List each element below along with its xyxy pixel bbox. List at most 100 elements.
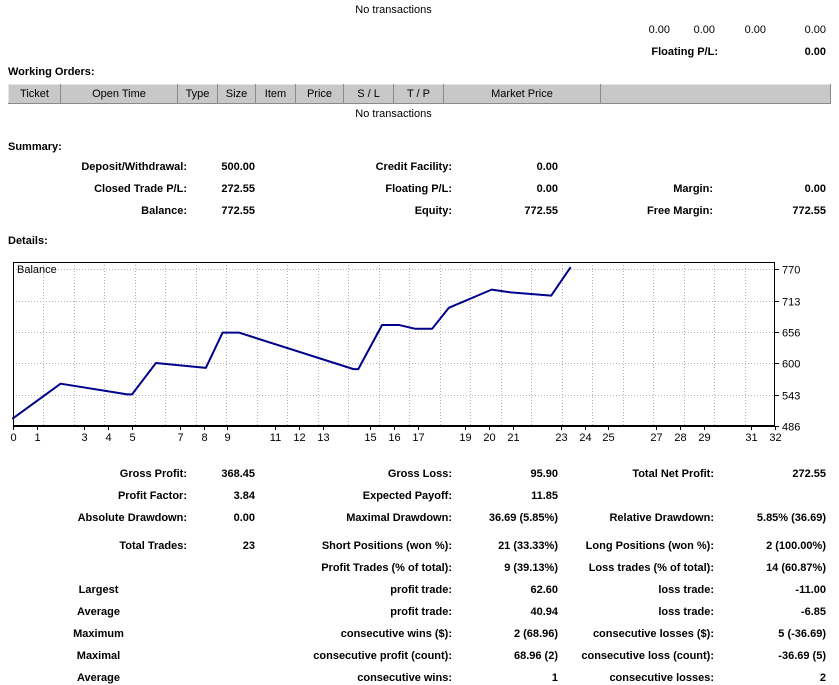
stat-label-average-consecutive-wins: consecutive wins: — [357, 672, 452, 684]
summary-value-margin: 0.00 — [804, 183, 826, 195]
svg-text:5: 5 — [129, 432, 135, 444]
svg-text:0: 0 — [10, 432, 16, 444]
details-heading: Details: — [8, 235, 48, 247]
stat-label-profit-trades: Profit Trades (% of total): — [321, 562, 452, 574]
svg-text:12: 12 — [293, 432, 305, 444]
svg-text:4: 4 — [105, 432, 111, 444]
svg-text:600: 600 — [782, 359, 800, 371]
svg-text:31: 31 — [745, 432, 757, 444]
working-orders-header-row: Ticket Open Time Type Size Item Price S … — [8, 84, 831, 104]
stat-label-largest-profit-trade: profit trade: — [390, 584, 452, 596]
stat-label-average-profit-trade: profit trade: — [390, 606, 452, 618]
svg-text:27: 27 — [650, 432, 662, 444]
stat-label-max-consecutive-losses: consecutive losses ($): — [592, 628, 714, 640]
stat-value-average-profit-trade: 40.94 — [530, 606, 558, 618]
svg-text:24: 24 — [579, 432, 591, 444]
column-header-stop-loss[interactable]: S / L — [343, 84, 394, 104]
stat-label-short-positions: Short Positions (won %): — [321, 540, 452, 552]
stat-label-total-trades: Total Trades: — [119, 540, 187, 552]
stat-label-maximal-consecutive-loss: consecutive loss (count): — [581, 650, 714, 662]
stat-label-maximal-consecutive-profit: consecutive profit (count): — [313, 650, 452, 662]
stat-value-maximal-consecutive-profit: 68.96 (2) — [513, 650, 558, 662]
summary-label-free-margin: Free Margin: — [646, 205, 713, 217]
stat-value-profit-trades: 9 (39.13%) — [504, 562, 558, 574]
open-trades-total-4: 0.00 — [804, 24, 826, 36]
stat-label-largest: Largest — [78, 584, 119, 596]
svg-text:543: 543 — [782, 391, 800, 403]
floating-pl-value: 0.00 — [804, 46, 826, 58]
svg-text:770: 770 — [782, 265, 800, 277]
svg-text:15: 15 — [364, 432, 376, 444]
working-orders-table: Ticket Open Time Type Size Item Price S … — [8, 84, 831, 104]
summary-value-equity: 772.55 — [524, 205, 558, 217]
svg-text:713: 713 — [782, 297, 800, 309]
stat-label-expected-payoff: Expected Payoff: — [362, 490, 452, 502]
stat-value-largest-loss-trade: -11.00 — [795, 584, 826, 596]
stat-value-expected-payoff: 11.85 — [531, 490, 558, 502]
summary-value-credit-facility: 0.00 — [536, 161, 558, 173]
summary-value-balance: 772.55 — [221, 205, 255, 217]
stat-label-maximum: Maximum — [73, 628, 124, 640]
stat-label-maximal-drawdown: Maximal Drawdown: — [346, 512, 452, 524]
summary-label-equity: Equity: — [414, 205, 452, 217]
svg-text:3: 3 — [81, 432, 87, 444]
column-header-spacer[interactable] — [600, 84, 831, 104]
summary-value-deposit-withdrawal: 500.00 — [221, 161, 255, 173]
stat-value-average-consecutive-losses: 2 — [819, 672, 826, 684]
column-header-ticket[interactable]: Ticket — [8, 84, 61, 104]
svg-text:486: 486 — [782, 422, 800, 434]
stat-value-relative-drawdown: 5.85% (36.69) — [756, 512, 826, 524]
stat-value-total-net-profit: 272.55 — [792, 468, 826, 480]
svg-text:32: 32 — [769, 432, 781, 444]
stat-label-largest-loss-trade: loss trade: — [658, 584, 714, 596]
stat-value-total-trades: 23 — [242, 540, 255, 552]
stat-label-average-loss-trade: loss trade: — [658, 606, 714, 618]
stat-label-average-consecutive-losses: consecutive losses: — [609, 672, 714, 684]
svg-text:656: 656 — [782, 328, 800, 340]
stat-label-average: Average — [76, 606, 120, 618]
stat-label-profit-factor: Profit Factor: — [117, 490, 187, 502]
stat-value-max-consecutive-wins: 2 (68.96) — [513, 628, 558, 640]
stat-label-absolute-drawdown: Absolute Drawdown: — [77, 512, 187, 524]
summary-heading: Summary: — [8, 141, 62, 153]
column-header-market-price[interactable]: Market Price — [443, 84, 601, 104]
stat-value-max-consecutive-losses: 5 (-36.69) — [778, 628, 826, 640]
summary-value-closed-trade-pl: 272.55 — [221, 183, 255, 195]
stat-label-gross-profit: Gross Profit: — [119, 468, 187, 480]
stat-value-largest-profit-trade: 62.60 — [530, 584, 558, 596]
open-trades-empty-text: No transactions — [355, 4, 432, 16]
summary-label-closed-trade-pl: Closed Trade P/L: — [94, 183, 187, 195]
svg-text:16: 16 — [388, 432, 400, 444]
column-header-open-time[interactable]: Open Time — [60, 84, 178, 104]
balance-chart[interactable]: 770 713 656 600 543 486 0 1 3 4 5 7 8 9 11 12 13 15 16 17 19… — [8, 258, 830, 444]
stat-value-gross-profit: 368.45 — [221, 468, 255, 480]
column-header-type[interactable]: Type — [177, 84, 218, 104]
stat-label-average-2: Average — [76, 672, 120, 684]
svg-text:13: 13 — [317, 432, 329, 444]
svg-text:8: 8 — [201, 432, 207, 444]
floating-pl-label: Floating P/L: — [651, 46, 718, 58]
stat-label-max-consecutive-wins: consecutive wins ($): — [340, 628, 452, 640]
chart-series-label: Balance — [17, 264, 57, 276]
stat-value-maximal-drawdown: 36.69 (5.85%) — [488, 512, 558, 524]
working-orders-empty-text: No transactions — [355, 108, 432, 120]
svg-text:23: 23 — [555, 432, 567, 444]
column-header-item[interactable]: Item — [255, 84, 296, 104]
stat-value-loss-trades: 14 (60.87%) — [766, 562, 826, 574]
column-header-take-profit[interactable]: T / P — [393, 84, 444, 104]
working-orders-heading: Working Orders: — [8, 66, 95, 78]
svg-text:19: 19 — [459, 432, 471, 444]
stat-value-profit-factor: 3.84 — [233, 490, 255, 502]
svg-text:17: 17 — [412, 432, 424, 444]
balance-chart-svg: 7707136566005434860 1 3 4 5 7 8 9 11 12 13 15 16 17 19… — [10, 262, 800, 444]
svg-text:1: 1 — [34, 432, 40, 444]
column-header-size[interactable]: Size — [217, 84, 256, 104]
open-trades-total-2: 0.00 — [693, 24, 715, 36]
summary-label-credit-facility: Credit Facility: — [375, 161, 452, 173]
stat-label-gross-loss: Gross Loss: — [387, 468, 452, 480]
svg-text:9: 9 — [224, 432, 230, 444]
stat-label-maximal: Maximal — [76, 650, 121, 662]
svg-text:21: 21 — [507, 432, 519, 444]
svg-text:20: 20 — [483, 432, 495, 444]
column-header-price[interactable]: Price — [295, 84, 344, 104]
